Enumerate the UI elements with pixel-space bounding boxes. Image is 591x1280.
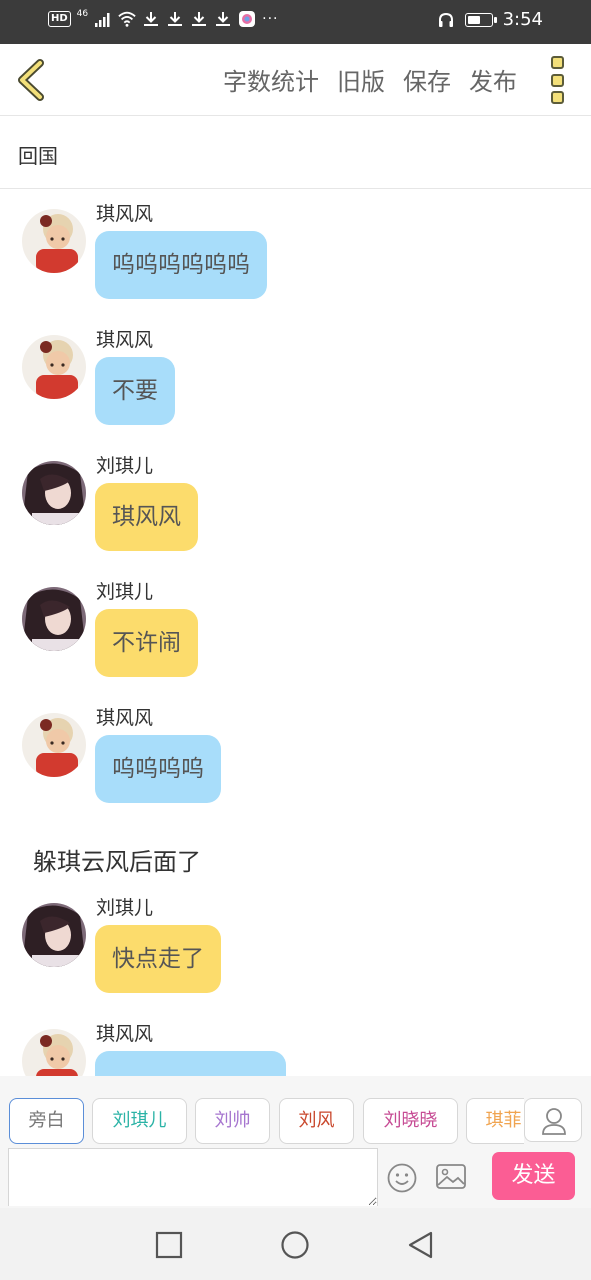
more-dot <box>551 73 564 87</box>
dialogue-message[interactable]: 琪风风 呜呜呜呜 <box>0 703 591 829</box>
publish-button[interactable]: 发布 <box>469 62 517 97</box>
character-chip[interactable]: 刘帅 <box>195 1098 270 1144</box>
headphone-icon <box>438 12 453 27</box>
avatar[interactable] <box>22 713 86 777</box>
chapter-title: 回国 <box>18 144 58 168</box>
avatar[interactable] <box>22 335 86 399</box>
dialogue-message[interactable]: 刘琪儿 快点走了 <box>0 893 591 1019</box>
sender-name: 琪风风 <box>96 203 154 225</box>
more-vertical-icon[interactable] <box>551 56 567 104</box>
more-status-text: ··· <box>262 11 279 27</box>
status-bar: HD 46 ··· 3:54 <box>0 0 591 44</box>
back-nav-icon[interactable] <box>406 1230 436 1260</box>
sender-name: 刘琪儿 <box>96 581 154 603</box>
battery-icon <box>464 12 497 27</box>
avatar[interactable] <box>22 461 86 525</box>
message-bubble[interactable]: 呜呜呜呜 <box>95 735 221 803</box>
sender-name: 琪风风 <box>96 707 154 729</box>
message-bubble[interactable]: 不许闹 <box>95 609 198 677</box>
recents-icon[interactable] <box>154 1230 184 1260</box>
download-icon <box>216 12 231 26</box>
battery-level <box>467 15 480 24</box>
narration-text: 躲琪云风后面了 <box>33 848 201 876</box>
avatar[interactable] <box>22 209 86 273</box>
download-icon <box>168 12 183 26</box>
hd-icon: HD <box>48 11 71 27</box>
editor-toolbar: 字数统计 旧版 保存 发布 <box>0 44 591 116</box>
person-icon <box>542 1108 566 1135</box>
message-bubble[interactable]: 不要 <box>95 357 175 425</box>
dialogue-message[interactable]: 琪风风 <box>0 1019 591 1076</box>
character-manage-button[interactable] <box>524 1098 582 1142</box>
avatar[interactable] <box>22 587 86 651</box>
wifi-icon <box>118 11 136 27</box>
message-bubble[interactable]: 快点走了 <box>95 925 221 993</box>
emoji-button[interactable] <box>386 1162 418 1194</box>
character-chip[interactable]: 刘晓晓 <box>363 1098 458 1144</box>
toolbar-actions: 字数统计 旧版 保存 发布 <box>223 62 517 97</box>
avatar[interactable] <box>22 903 86 967</box>
chapter-title-bar[interactable]: 回国 <box>0 116 591 189</box>
character-chip[interactable]: 旁白 <box>9 1098 84 1144</box>
narration-message[interactable]: 躲琪云风后面了 <box>0 829 591 891</box>
network-type: 46 <box>76 9 89 19</box>
image-icon <box>436 1164 466 1189</box>
avatar[interactable] <box>22 1029 86 1076</box>
dialogue-message[interactable]: 琪风风 不要 <box>0 325 591 451</box>
send-button[interactable]: 发送 <box>492 1152 575 1200</box>
dialogue-message[interactable]: 刘琪儿 琪风风 <box>0 451 591 577</box>
input-row: 发送 <box>0 1148 591 1208</box>
character-chip[interactable]: 刘琪儿 <box>92 1098 187 1144</box>
dialogue-message[interactable]: 刘琪儿 不许闹 <box>0 577 591 703</box>
smile-icon <box>387 1163 417 1193</box>
status-right: 3:54 <box>437 9 543 30</box>
message-bubble[interactable] <box>95 1051 286 1076</box>
character-chip[interactable]: 刘风 <box>279 1098 354 1144</box>
old-version-button[interactable]: 旧版 <box>337 62 385 97</box>
character-selector: 旁白 刘琪儿 刘帅 刘风 刘晓晓 琪菲 <box>0 1076 591 1148</box>
save-button[interactable]: 保存 <box>403 62 451 97</box>
sender-name: 刘琪儿 <box>96 455 154 477</box>
sender-name: 琪风风 <box>96 1023 154 1045</box>
download-icon <box>144 12 159 26</box>
home-icon[interactable] <box>280 1230 310 1260</box>
dialogue-message[interactable]: 琪风风 呜呜呜呜呜呜 <box>0 199 591 325</box>
character-chip-list[interactable]: 旁白 刘琪儿 刘帅 刘风 刘晓晓 琪菲 <box>0 1076 524 1148</box>
back-button[interactable] <box>14 58 54 102</box>
chat-list[interactable]: 琪风风 呜呜呜呜呜呜 琪风风 不要 刘琪儿 琪风风 刘琪儿 不许闹 琪风风 呜呜呜呜 躲琪云风后面了… <box>0 189 591 1076</box>
clock: 3:54 <box>502 9 543 30</box>
message-bubble[interactable]: 呜呜呜呜呜呜 <box>95 231 267 299</box>
download-icon <box>192 12 207 26</box>
more-dot <box>551 91 564 104</box>
more-dot <box>551 56 564 69</box>
sender-name: 刘琪儿 <box>96 897 154 919</box>
status-left: HD 46 ··· <box>48 9 279 28</box>
chevron-left-icon <box>18 59 44 101</box>
message-bubble[interactable]: 琪风风 <box>95 483 198 551</box>
character-chip[interactable]: 琪菲 <box>466 1098 524 1144</box>
system-nav-bar <box>0 1208 591 1280</box>
signal-icon <box>95 13 110 27</box>
sender-name: 琪风风 <box>96 329 154 351</box>
word-count-button[interactable]: 字数统计 <box>223 62 319 97</box>
app-icon <box>239 11 256 27</box>
message-input[interactable] <box>8 1148 378 1206</box>
image-button[interactable] <box>435 1162 467 1192</box>
